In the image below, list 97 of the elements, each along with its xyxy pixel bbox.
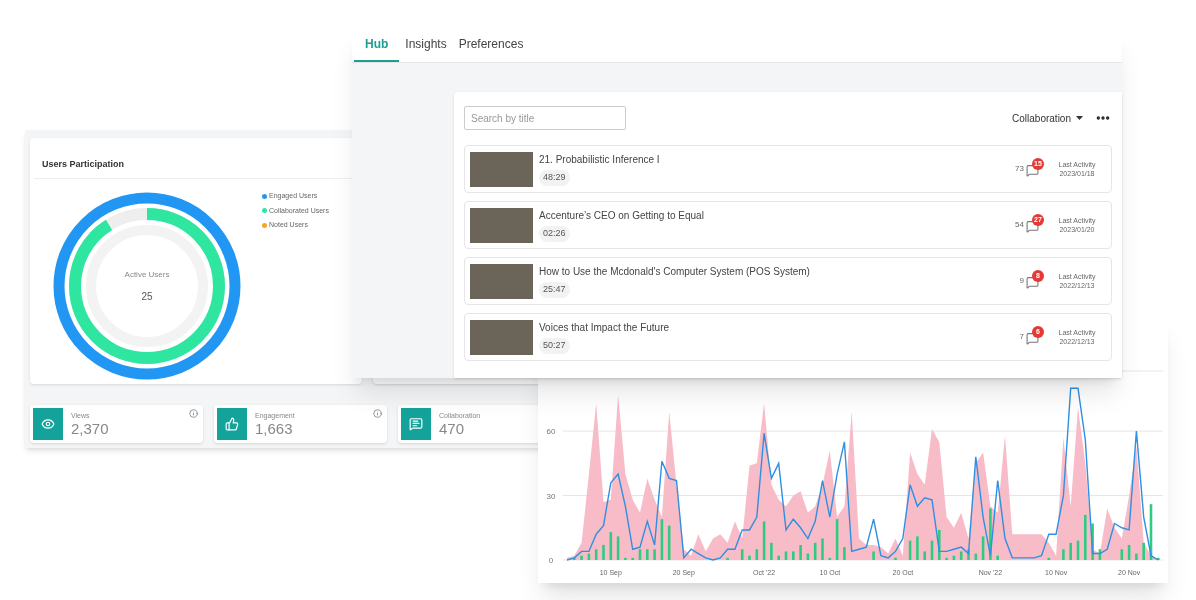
bar bbox=[872, 551, 875, 560]
bar bbox=[740, 549, 744, 560]
stat-value: 470 bbox=[439, 421, 466, 436]
bar bbox=[631, 557, 634, 560]
photo-placeholder bbox=[470, 151, 533, 187]
bar bbox=[843, 547, 846, 560]
bar bbox=[821, 538, 824, 560]
stat-value: 2,370 bbox=[71, 421, 109, 436]
comment-count: 54 bbox=[1015, 219, 1024, 231]
bar bbox=[667, 525, 671, 560]
tab[interactable]: Preferences bbox=[452, 28, 530, 62]
bar bbox=[609, 532, 613, 560]
bar bbox=[1149, 504, 1153, 560]
video-title: 21. Probabilistic Inference I bbox=[539, 153, 661, 168]
bar bbox=[1142, 542, 1145, 560]
duration-chip: 50:27 bbox=[539, 338, 570, 354]
bar bbox=[959, 551, 963, 560]
comment-icon bbox=[1026, 332, 1039, 345]
comment-count: 9 bbox=[1019, 275, 1024, 287]
photo-placeholder bbox=[470, 263, 533, 299]
bar bbox=[1076, 540, 1080, 560]
bar bbox=[573, 557, 576, 560]
video-title: How to Use the Mcdonald's Computer System (POS System) bbox=[539, 265, 811, 280]
center-label: Active Users bbox=[124, 268, 170, 281]
bar bbox=[974, 553, 978, 560]
bar bbox=[989, 508, 992, 560]
bar bbox=[1091, 523, 1094, 560]
bar bbox=[616, 536, 620, 560]
axis-label: 30 bbox=[546, 491, 556, 501]
bar bbox=[923, 551, 926, 560]
bar bbox=[624, 557, 627, 560]
bar bbox=[726, 557, 729, 560]
bar bbox=[580, 555, 583, 560]
bar bbox=[638, 549, 642, 560]
duration-chip: 48:29 bbox=[539, 170, 570, 186]
photo-placeholder bbox=[470, 319, 533, 355]
photo-placeholder bbox=[470, 207, 533, 243]
info-icon[interactable] bbox=[189, 409, 198, 418]
bar bbox=[660, 519, 664, 560]
bar bbox=[770, 542, 773, 560]
bar bbox=[967, 549, 970, 560]
bar bbox=[813, 542, 817, 560]
comment-icon bbox=[1026, 164, 1039, 177]
bar bbox=[835, 519, 839, 560]
bar bbox=[594, 549, 598, 560]
bar bbox=[952, 555, 956, 560]
bar bbox=[784, 551, 788, 560]
video-title: Accenture’s CEO on Getting to Equal bbox=[539, 209, 705, 224]
bar bbox=[894, 557, 897, 560]
thumbs-up-icon bbox=[225, 417, 239, 431]
bar bbox=[1127, 544, 1131, 560]
bar bbox=[1062, 549, 1065, 560]
duration-chip: 02:26 bbox=[539, 226, 570, 242]
bar bbox=[1047, 557, 1051, 560]
bar bbox=[930, 540, 934, 560]
bar bbox=[755, 549, 759, 560]
comment-icon bbox=[1026, 220, 1039, 233]
bar bbox=[602, 544, 605, 560]
bar bbox=[945, 557, 948, 560]
eye-icon bbox=[41, 417, 55, 431]
search-field[interactable]: Search by title bbox=[464, 106, 626, 130]
video-title: Voices that Impact the Future bbox=[539, 321, 671, 336]
bar bbox=[916, 536, 919, 560]
comment-icon bbox=[1026, 276, 1039, 289]
bar bbox=[748, 555, 751, 560]
bar bbox=[908, 540, 912, 560]
bar bbox=[1120, 549, 1124, 560]
bar bbox=[799, 544, 802, 560]
filter-dropdown[interactable]: Collaboration bbox=[1012, 110, 1083, 126]
bar bbox=[938, 529, 941, 560]
bar bbox=[1098, 549, 1102, 560]
card-title: Users Participation bbox=[42, 159, 125, 169]
duration-chip: 25:47 bbox=[539, 282, 570, 298]
bar bbox=[828, 557, 832, 560]
bar bbox=[996, 555, 999, 560]
bar bbox=[792, 551, 795, 560]
bar bbox=[653, 549, 656, 560]
center-value: 25 bbox=[141, 289, 153, 304]
caret-icon bbox=[1076, 116, 1083, 120]
bar bbox=[777, 555, 780, 560]
bar bbox=[1069, 542, 1072, 560]
chat-bubble-icon bbox=[409, 417, 423, 431]
bar bbox=[1135, 553, 1138, 560]
tab[interactable]: Insights bbox=[399, 28, 453, 62]
bar bbox=[981, 536, 985, 560]
bar bbox=[587, 553, 591, 560]
info-icon[interactable] bbox=[373, 409, 382, 418]
comment-count: 73 bbox=[1015, 163, 1024, 175]
axis-label: 0 bbox=[548, 556, 554, 565]
axis-label: 60 bbox=[546, 427, 556, 437]
bar bbox=[646, 549, 649, 560]
bar bbox=[762, 521, 766, 560]
bar bbox=[806, 553, 810, 560]
comment-count: 7 bbox=[1019, 331, 1024, 343]
bar bbox=[1084, 514, 1087, 560]
stat-value: 1,663 bbox=[255, 421, 294, 436]
bar bbox=[1157, 557, 1160, 560]
